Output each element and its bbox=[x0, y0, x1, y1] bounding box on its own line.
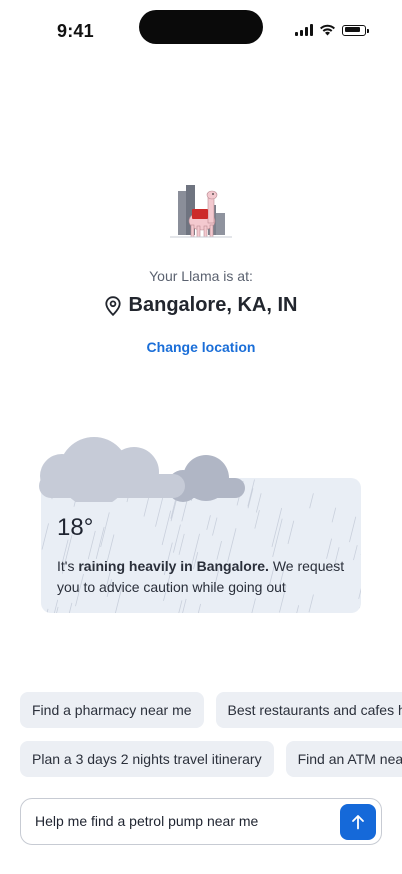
dynamic-island bbox=[139, 10, 263, 44]
rain-streak bbox=[247, 488, 254, 509]
rain-streak bbox=[247, 479, 255, 507]
battery-level bbox=[344, 27, 360, 32]
weather-temperature: 18° bbox=[57, 514, 94, 541]
message-composer bbox=[20, 798, 382, 845]
cloud-rain-icon bbox=[39, 437, 245, 502]
rain-streak bbox=[182, 598, 187, 613]
message-input[interactable] bbox=[35, 799, 325, 843]
rain-streak bbox=[349, 516, 357, 543]
llama-city-rain-illustration bbox=[170, 185, 232, 238]
rain-streak bbox=[41, 523, 49, 550]
suggestion-row-1: Find a pharmacy near me Best restaurants… bbox=[20, 692, 402, 728]
rain-streak bbox=[46, 608, 49, 613]
rain-streak bbox=[287, 520, 295, 544]
arrow-up-icon bbox=[352, 815, 364, 830]
rain-streak bbox=[331, 507, 337, 523]
status-time: 9:41 bbox=[57, 21, 94, 41]
rain-streak bbox=[296, 605, 300, 613]
rain-streak bbox=[95, 526, 105, 559]
rain-streak bbox=[212, 517, 218, 536]
rain-streak bbox=[358, 606, 361, 613]
rain-streak bbox=[68, 602, 73, 613]
status-bar: 9:41 bbox=[0, 0, 402, 64]
location-name: Bangalore, KA, IN bbox=[128, 294, 298, 316]
current-location: Bangalore, KA, IN bbox=[0, 294, 402, 317]
wifi-icon bbox=[320, 24, 335, 36]
rain-streak bbox=[197, 603, 201, 613]
llama-location-caption: Your Llama is at: bbox=[149, 268, 253, 284]
rain-streak bbox=[358, 587, 361, 599]
signal-icon bbox=[295, 24, 313, 36]
rain-streak bbox=[100, 512, 110, 548]
rain-streak bbox=[178, 600, 183, 613]
weather-message: It's raining heavily in Bangalore. We re… bbox=[57, 556, 347, 598]
suggestion-chip[interactable]: Find an ATM near bbox=[285, 741, 402, 777]
rain-streak bbox=[255, 493, 262, 513]
rain-streak bbox=[254, 510, 260, 529]
rain-streak bbox=[178, 533, 185, 555]
suggestion-chip[interactable]: Best restaurants and cafes h bbox=[215, 692, 402, 728]
map-pin-icon bbox=[104, 295, 121, 316]
weather-message-prefix: It's bbox=[57, 558, 79, 574]
send-button[interactable] bbox=[340, 804, 376, 840]
status-icons bbox=[295, 24, 369, 36]
rain-streak bbox=[161, 510, 172, 546]
suggestion-row-2: Plan a 3 days 2 nights travel itinerary … bbox=[20, 741, 402, 777]
rain-streak bbox=[173, 524, 181, 553]
rain-streak bbox=[309, 493, 314, 509]
rain-streak bbox=[251, 598, 256, 613]
change-location-link[interactable]: Change location bbox=[0, 339, 402, 355]
suggestion-chip[interactable]: Find a pharmacy near me bbox=[20, 692, 204, 728]
battery-icon bbox=[342, 24, 369, 36]
weather-message-bold: raining heavily in Bangalore. bbox=[78, 558, 269, 574]
suggestion-chip[interactable]: Plan a 3 days 2 nights travel itinerary bbox=[20, 741, 274, 777]
rain-streak bbox=[206, 515, 211, 530]
rain-streak bbox=[353, 545, 358, 561]
rain-streak bbox=[54, 599, 59, 613]
